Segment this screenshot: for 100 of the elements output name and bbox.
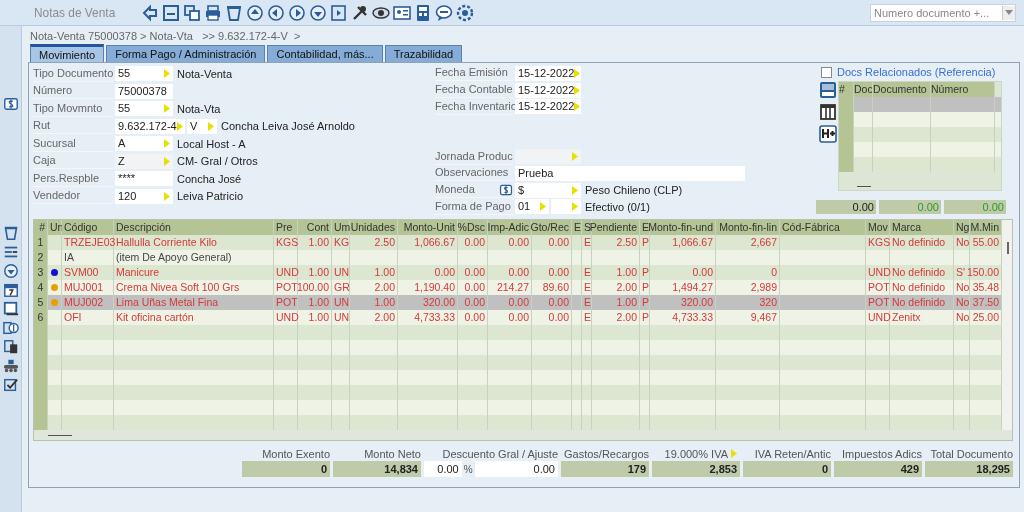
money-icon[interactable]: [2, 96, 19, 112]
columns-icon[interactable]: [819, 103, 837, 121]
input-field[interactable]: 55: [115, 66, 173, 82]
input-field[interactable]: 9.632.172-4: [115, 118, 185, 134]
column-header[interactable]: M.Min: [970, 220, 1002, 235]
percent-sign: %: [463, 463, 473, 475]
contact-card-icon[interactable]: [393, 3, 411, 22]
field-label: Rut: [33, 118, 51, 134]
field-label: Vendedor: [33, 188, 81, 204]
input-field[interactable]: A: [115, 136, 173, 152]
field-label: Fecha Inventario: [435, 98, 517, 114]
window-icon[interactable]: [2, 301, 19, 317]
total-value: 0.00: [879, 200, 941, 214]
field-description: Local Host - A: [177, 137, 246, 150]
field-description: Nota-Vta: [177, 102, 221, 115]
column-header[interactable]: Monto-fin-und: [650, 220, 716, 235]
field-label: Fecha Emisión: [435, 65, 508, 81]
column-header[interactable]: Cód-Fábrica: [780, 220, 866, 235]
field-label: Jornada Produc: [435, 148, 513, 164]
money-document-icon[interactable]: [2, 320, 19, 336]
row-number: 6: [34, 310, 48, 325]
field-description: Leiva Patricio: [177, 190, 244, 203]
search-field[interactable]: Numero documento +...: [870, 3, 1016, 22]
input-field[interactable]: Prueba: [515, 165, 745, 181]
total-value: 0.00: [816, 200, 876, 214]
total-value: 2,853: [652, 461, 740, 477]
play-document-icon[interactable]: [330, 3, 348, 22]
total-value: 0.00: [944, 200, 1006, 214]
print-icon[interactable]: [204, 3, 222, 22]
input-field[interactable]: $: [515, 182, 581, 198]
calculator-icon[interactable]: [414, 3, 432, 22]
column-header[interactable]: Mov: [866, 220, 890, 235]
tools-icon[interactable]: [351, 3, 369, 22]
column-header[interactable]: Um: [332, 220, 350, 235]
save-icon[interactable]: [162, 3, 180, 22]
input-field[interactable]: V: [187, 118, 217, 134]
input-field[interactable]: [551, 199, 581, 215]
checkbox[interactable]: [821, 66, 832, 78]
checkbox-icon[interactable]: [2, 377, 19, 393]
input-field[interactable]: 01: [515, 199, 549, 215]
trash-icon[interactable]: [2, 225, 19, 241]
amount-field[interactable]: 0.00: [474, 461, 558, 477]
table-row[interactable]: 2 IA (item De Apoyo General): [34, 250, 1002, 265]
percent-field[interactable]: 0.00: [424, 461, 462, 477]
column-header[interactable]: Gto/Rec: [532, 220, 572, 235]
column-header[interactable]: Marca: [890, 220, 954, 235]
column-header[interactable]: %Dsc: [458, 220, 488, 235]
scroll-thumb[interactable]: [1007, 242, 1009, 254]
input-field[interactable]: 120: [115, 188, 173, 204]
chat-icon[interactable]: [435, 3, 453, 22]
tab[interactable]: Contabilidad, más...: [267, 45, 383, 62]
documents-icon[interactable]: [2, 339, 19, 355]
dropdown-caret-icon[interactable]: [1005, 10, 1013, 15]
column-header[interactable]: Código: [62, 220, 114, 235]
field-label: Sucursal: [33, 135, 76, 151]
table-row[interactable]: 6 OFI Kit oficina cartón UND 1.00 UN 2.00 4,733.33 0.00 0.00 0.00 E 2.00 P 4,733.33 9,467 UNDZenitx No 25.00: [34, 310, 1002, 325]
row-number: 2: [34, 250, 48, 265]
field-label: Número: [33, 83, 73, 99]
column-header[interactable]: Unidades: [350, 220, 398, 235]
column-header[interactable]: Pre: [274, 220, 298, 235]
tab[interactable]: Movimiento: [30, 44, 105, 62]
input-field[interactable]: 75000378: [115, 83, 173, 99]
row-header: [34, 415, 48, 430]
total-label: Monto Neto: [364, 447, 421, 460]
tab[interactable]: Forma Pago / Administración: [106, 45, 266, 62]
field-description: Concha Leiva José Arnoldo: [221, 120, 355, 133]
add-header-icon[interactable]: [819, 125, 837, 143]
scrollbar[interactable]: [1002, 220, 1012, 430]
copy-icon[interactable]: [183, 3, 201, 22]
column-header: #: [839, 82, 854, 97]
input-field[interactable]: 15-12-2022: [515, 65, 581, 81]
field-label: Caja: [33, 153, 56, 169]
tab[interactable]: Trazabilidad: [384, 45, 463, 62]
column-header[interactable]: Descripción: [114, 220, 274, 235]
trash-icon[interactable]: [225, 3, 243, 22]
section-title[interactable]: Docs Relacionados (Referencia): [837, 66, 996, 78]
row-number: 3: [34, 265, 48, 280]
column-header: Doc: [854, 82, 873, 97]
calendar-icon[interactable]: [2, 282, 19, 298]
table-row[interactable]: 4 MUJ001 Crema Nivea Soft 100 Grs POT100.00 GR 2.00 1,190.40 0.00 214.27 89.60 E 2.00 P 1,494.27 2,989 POT No definido No 35.48: [34, 280, 1002, 295]
settings-icon[interactable]: [456, 3, 474, 22]
field-description: Efectivo (0/1): [585, 200, 650, 213]
total-value: 179: [561, 461, 649, 477]
conveyor-icon[interactable]: [2, 358, 19, 374]
table-row[interactable]: 5 MUJ002 Lima Uñas Metal Fina POT 1.00 UN 1.00 320.00 0.00 0.00 0.00 E 1.00 P 320.00 320 POT No definido No 37.50: [34, 295, 1002, 310]
table-row[interactable]: 3 SVM00 Manicure UND 1.00 UN 1.00 0.00 0.00 0.00 0.00 E 1.00 P 0.00 0 UNDNo definido S' 150.00: [34, 265, 1002, 280]
back-arrow-icon[interactable]: [141, 3, 159, 22]
total-label: Impuestos Adics: [841, 447, 922, 460]
field-label: Tipo Movmnto: [33, 100, 103, 116]
input-field[interactable]: 15-12-2022: [515, 99, 581, 115]
column-header[interactable]: Ng: [954, 220, 970, 235]
money-icon[interactable]: [499, 182, 513, 197]
input-field[interactable]: ****: [115, 171, 173, 187]
input-field[interactable]: 15-12-2022: [515, 82, 581, 98]
field-label: Moneda: [435, 182, 475, 197]
column-header[interactable]: Pendiente: [592, 220, 640, 235]
list-icon[interactable]: [2, 244, 19, 260]
input-field[interactable]: 55: [115, 101, 173, 117]
column-header[interactable]: Imp-Adic: [488, 220, 532, 235]
table-row[interactable]: 1 TRZEJE03Hallulla Corriente Kilo KGS 1.00 KG 2.50 1,066.67 0.00 0.00 0.00 E 2.50 P 1,066.67 2,667 KGS No definido No 55.00: [34, 235, 1002, 250]
